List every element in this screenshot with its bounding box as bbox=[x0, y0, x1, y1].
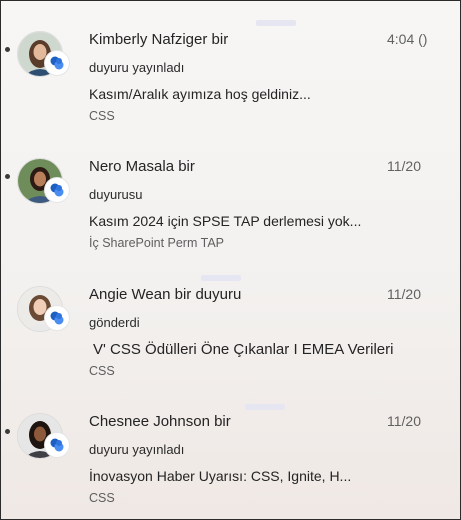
notification-time: 11/20 bbox=[387, 413, 421, 429]
notification-action: gönderdi bbox=[89, 315, 140, 330]
notification-feed: Kimberly Nafziger bir 4:04 () duyuru yay… bbox=[0, 0, 461, 520]
notification-action: duyurusu bbox=[89, 187, 143, 202]
notification-title[interactable]: V' CSS Ödülleri Öne Çıkanlar I EMEA Veri… bbox=[93, 341, 393, 358]
notification-source: İç SharePoint Perm TAP bbox=[89, 236, 225, 250]
notification-title[interactable]: Kasım/Aralık ayımıza hoş geldiniz... bbox=[89, 86, 311, 102]
notification-action: duyuru yayınladı bbox=[89, 442, 185, 457]
notification-action: duyuru yayınladı bbox=[89, 60, 185, 75]
notification-time: 11/20 bbox=[387, 286, 421, 302]
notification-title[interactable]: Kasım 2024 için SPSE TAP derlemesi yok..… bbox=[89, 213, 361, 229]
notification-author: Chesnee Johnson bir bbox=[89, 413, 231, 430]
notification-author: Nero Masala bir bbox=[89, 158, 195, 175]
notification-item[interactable]: Nero Masala bir 11/20 duyurusu Kasım 202… bbox=[1, 158, 460, 286]
notification-author: Kimberly Nafziger bir bbox=[89, 31, 229, 48]
loading-placeholder bbox=[201, 275, 241, 281]
viva-engage-icon bbox=[45, 433, 69, 457]
notification-time: 4:04 () bbox=[387, 31, 428, 47]
unread-indicator bbox=[5, 47, 10, 52]
unread-indicator bbox=[5, 429, 10, 434]
loading-placeholder bbox=[256, 20, 296, 26]
viva-engage-icon bbox=[45, 51, 69, 75]
notification-author: Angie Wean bir duyuru bbox=[89, 286, 242, 303]
viva-engage-icon bbox=[45, 178, 69, 202]
notification-source: CSS bbox=[89, 491, 115, 505]
unread-indicator bbox=[5, 174, 10, 179]
notification-time: 11/20 bbox=[387, 158, 421, 174]
notification-source: CSS bbox=[89, 109, 115, 123]
notification-item[interactable]: Kimberly Nafziger bir 4:04 () duyuru yay… bbox=[1, 31, 460, 159]
loading-placeholder bbox=[245, 404, 285, 410]
notification-title[interactable]: İnovasyon Haber Uyarısı: CSS, Ignite, H.… bbox=[89, 468, 351, 484]
notification-source: CSS bbox=[89, 364, 115, 378]
notification-item[interactable]: Chesnee Johnson bir 11/20 duyuru yayınla… bbox=[1, 413, 460, 519]
viva-engage-icon bbox=[45, 306, 69, 330]
notification-item[interactable]: Angie Wean bir duyuru 11/20 gönderdi V' … bbox=[1, 286, 460, 414]
